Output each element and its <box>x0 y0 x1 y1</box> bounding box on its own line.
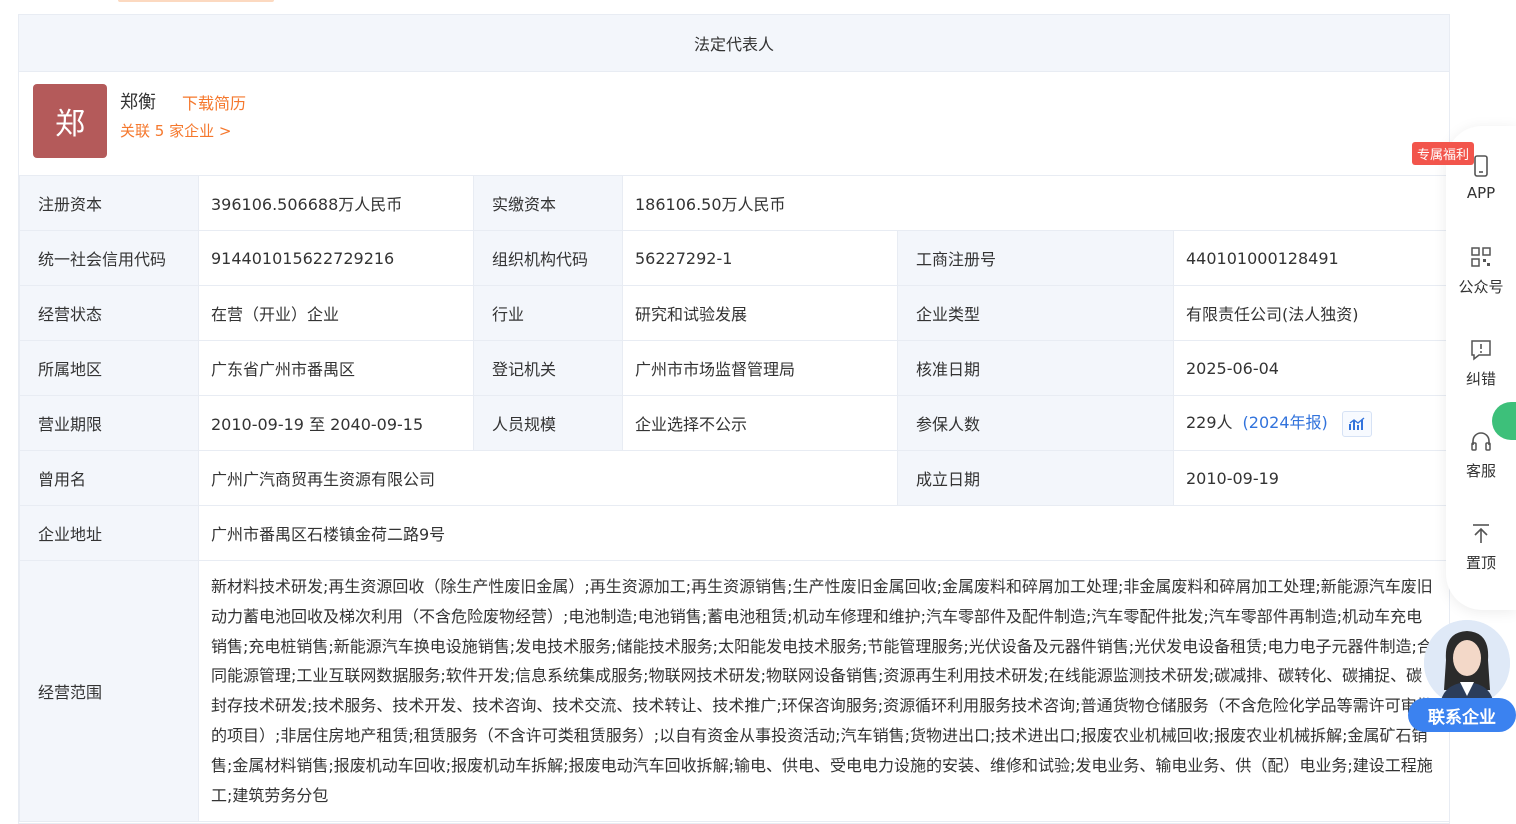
insured-cell: 229人 (2024年报) <box>1172 395 1451 451</box>
industry-value: 研究和试验发展 <box>622 285 898 341</box>
table-row: 经营状态 在营（开业）企业 行业 研究和试验发展 企业类型 有限责任公司(法人独… <box>19 285 1451 341</box>
address-value: 广州市番禺区石楼镇金荷二路9号 <box>197 505 1451 561</box>
insured-label: 参保人数 <box>897 395 1174 451</box>
headset-icon <box>1471 432 1491 451</box>
address-label: 企业地址 <box>19 505 199 561</box>
section-title: 法定代表人 <box>19 15 1449 72</box>
paid-capital-label: 实缴资本 <box>473 175 623 231</box>
qrcode-icon <box>1471 247 1491 267</box>
arrow-up-icon <box>1473 524 1489 543</box>
status-label: 经营状态 <box>19 285 199 341</box>
trend-chart-button[interactable] <box>1341 410 1372 437</box>
feedback-icon <box>1471 340 1491 361</box>
term-label: 营业期限 <box>19 395 199 451</box>
contact-company-button[interactable]: 联系企业 <box>1408 698 1516 732</box>
customer-service-label: 客服 <box>1465 462 1496 480</box>
org-code-value: 56227292-1 <box>622 230 898 286</box>
reg-capital-value: 396106.506688万人民币 <box>198 175 474 231</box>
related-companies-link[interactable]: 关联 5 家企业 > <box>120 120 231 141</box>
insured-value: 229人 <box>1186 413 1233 433</box>
industry-label: 行业 <box>473 285 623 341</box>
table-row: 企业地址 广州市番禺区石楼镇金荷二路9号 <box>19 505 1451 561</box>
scope-label: 经营范围 <box>19 559 199 823</box>
legal-rep-name[interactable]: 郑衡 <box>120 88 156 114</box>
wechat-button[interactable]: 公众号 <box>1446 246 1516 297</box>
staff-size-label: 人员规模 <box>473 395 623 451</box>
table-row: 统一社会信用代码 914401015622729216 组织机构代码 56227… <box>19 230 1451 286</box>
credit-code-value: 914401015622729216 <box>198 230 474 286</box>
report-error-label: 纠错 <box>1465 370 1496 388</box>
agent-avatar-image <box>1424 620 1510 706</box>
scope-value: 新材料技术研发;再生资源回收（除生产性废旧金属）;再生资源加工;再生资源销售;生… <box>197 559 1451 823</box>
company-type-value: 有限责任公司(法人独资) <box>1172 285 1451 341</box>
org-code-label: 组织机构代码 <box>473 230 623 286</box>
former-name-label: 曾用名 <box>19 450 199 506</box>
contact-company-widget[interactable]: 联系企业 <box>1408 620 1516 738</box>
approve-date-value: 2025-06-04 <box>1172 340 1451 396</box>
floating-toolbar: APP 公众号 纠错 客服 置顶 <box>1446 126 1516 610</box>
authority-value: 广州市市场监督管理局 <box>622 340 898 396</box>
trend-chart-icon <box>1348 417 1365 430</box>
table-row: 营业期限 2010-09-19 至 2040-09-15 人员规模 企业选择不公… <box>19 395 1451 451</box>
term-value: 2010-09-19 至 2040-09-15 <box>198 395 474 451</box>
found-date-label: 成立日期 <box>897 450 1174 506</box>
app-label: APP <box>1466 184 1496 202</box>
company-info-table: 注册资本 396106.506688万人民币 实缴资本 186106.50万人民… <box>19 175 1451 823</box>
biz-reg-no-label: 工商注册号 <box>897 230 1174 286</box>
table-row: 经营范围 新材料技术研发;再生资源回收（除生产性废旧金属）;再生资源加工;再生资… <box>19 559 1451 823</box>
company-type-label: 企业类型 <box>897 285 1174 341</box>
report-error-button[interactable]: 纠错 <box>1446 338 1516 389</box>
biz-reg-no-value: 440101000128491 <box>1172 230 1451 286</box>
back-to-top-label: 置顶 <box>1465 554 1496 572</box>
company-info-card: 法定代表人 郑 郑衡 下载简历 关联 5 家企业 > 注册资本 396106.5… <box>18 14 1451 824</box>
region-value: 广东省广州市番禺区 <box>198 340 474 396</box>
wechat-label: 公众号 <box>1458 278 1504 296</box>
approve-date-label: 核准日期 <box>897 340 1174 396</box>
agent-avatar <box>1424 620 1510 706</box>
legal-representative-row: 郑 郑衡 下载简历 关联 5 家企业 > <box>19 71 1449 176</box>
paid-capital-value: 186106.50万人民币 <box>621 175 1451 231</box>
table-row: 曾用名 广州广汽商贸再生资源有限公司 成立日期 2010-09-19 <box>19 450 1451 506</box>
back-to-top-button[interactable]: 置顶 <box>1446 522 1516 573</box>
found-date-value: 2010-09-19 <box>1172 450 1451 506</box>
staff-size-value: 企业选择不公示 <box>622 395 898 451</box>
former-name-value: 广州广汽商贸再生资源有限公司 <box>198 450 898 506</box>
status-value: 在营（开业）企业 <box>198 285 474 341</box>
exclusive-benefit-badge[interactable]: 专属福利 <box>1412 142 1475 165</box>
top-tab-indicator <box>118 0 274 2</box>
authority-label: 登记机关 <box>473 340 623 396</box>
download-resume-link[interactable]: 下载简历 <box>182 90 246 114</box>
reg-capital-label: 注册资本 <box>19 175 199 231</box>
credit-code-label: 统一社会信用代码 <box>19 230 199 286</box>
table-row: 所属地区 广东省广州市番禺区 登记机关 广州市市场监督管理局 核准日期 2025… <box>19 340 1451 396</box>
avatar: 郑 <box>33 84 107 158</box>
region-label: 所属地区 <box>19 340 199 396</box>
annual-report-link[interactable]: (2024年报) <box>1243 413 1328 432</box>
table-row: 注册资本 396106.506688万人民币 实缴资本 186106.50万人民… <box>19 175 1451 231</box>
